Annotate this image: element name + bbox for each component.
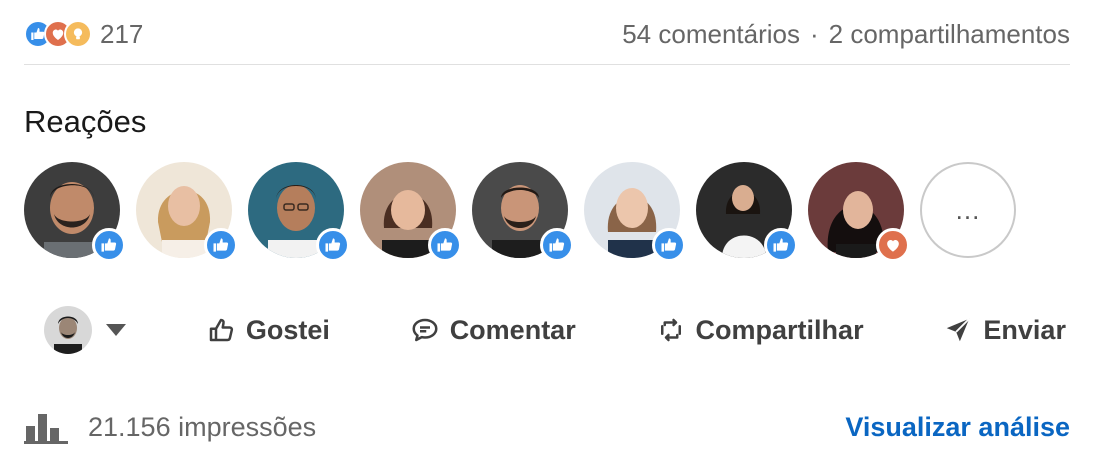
like-badge-icon bbox=[316, 228, 350, 262]
impressions-count: 21.156 impressões bbox=[88, 411, 317, 442]
reaction-count[interactable]: 217 bbox=[100, 19, 143, 50]
like-badge-icon bbox=[204, 228, 238, 262]
love-badge-icon bbox=[876, 228, 910, 262]
reactor-avatar[interactable] bbox=[24, 162, 126, 262]
caret-down-icon bbox=[106, 324, 126, 336]
comment-button[interactable]: Comentar bbox=[410, 315, 576, 346]
comment-icon bbox=[412, 318, 438, 342]
thumbs-up-icon bbox=[209, 318, 233, 342]
insightful-reaction-icon bbox=[64, 20, 92, 48]
impressions-summary: 21.156 impressões bbox=[24, 410, 316, 444]
reactors-list: ... bbox=[24, 162, 1016, 262]
post-analytics-footer: 21.156 impressões Visualizar análise bbox=[24, 404, 1070, 450]
divider bbox=[24, 64, 1070, 65]
send-button[interactable]: Enviar bbox=[943, 315, 1066, 346]
repost-button[interactable]: Compartilhar bbox=[656, 315, 864, 346]
send-button-label: Enviar bbox=[983, 314, 1066, 345]
like-badge-icon bbox=[764, 228, 798, 262]
like-button-label: Gostei bbox=[245, 314, 330, 345]
reactor-avatar[interactable] bbox=[248, 162, 350, 262]
reactions-heading: Reações bbox=[24, 104, 147, 139]
view-analytics-link[interactable]: Visualizar análise bbox=[845, 412, 1070, 443]
like-badge-icon bbox=[92, 228, 126, 262]
reactor-avatar[interactable] bbox=[584, 162, 686, 262]
actor-avatar bbox=[44, 306, 92, 354]
reactions-summary[interactable]: 217 bbox=[24, 18, 143, 50]
reactor-avatar[interactable] bbox=[360, 162, 462, 262]
reactor-avatar[interactable] bbox=[696, 162, 798, 262]
reactor-avatar[interactable] bbox=[808, 162, 910, 262]
post-action-bar: Gostei Comentar Compartilhar Enviar bbox=[44, 298, 1066, 362]
bar-chart-icon bbox=[24, 414, 68, 444]
like-badge-icon bbox=[428, 228, 462, 262]
reactor-avatar[interactable] bbox=[472, 162, 574, 262]
send-icon bbox=[947, 318, 971, 342]
like-badge-icon bbox=[652, 228, 686, 262]
actor-selector[interactable] bbox=[44, 306, 126, 354]
comment-button-label: Comentar bbox=[449, 314, 576, 345]
repost-icon bbox=[660, 318, 681, 342]
reactor-avatar[interactable] bbox=[136, 162, 238, 262]
repost-button-label: Compartilhar bbox=[695, 314, 864, 345]
comments-count-link[interactable]: 54 comentários bbox=[622, 19, 800, 50]
comments-shares-counts: 54 comentários · 2 compartilhamentos bbox=[622, 19, 1070, 50]
like-badge-icon bbox=[540, 228, 574, 262]
reaction-icons bbox=[24, 18, 92, 50]
like-button[interactable]: Gostei bbox=[206, 315, 330, 346]
counts-separator: · bbox=[809, 18, 819, 49]
shares-count-link[interactable]: 2 compartilhamentos bbox=[829, 19, 1070, 50]
social-counts-bar: 217 54 comentários · 2 compartilhamentos bbox=[24, 14, 1070, 54]
more-reactors-button[interactable]: ... bbox=[920, 162, 1016, 258]
